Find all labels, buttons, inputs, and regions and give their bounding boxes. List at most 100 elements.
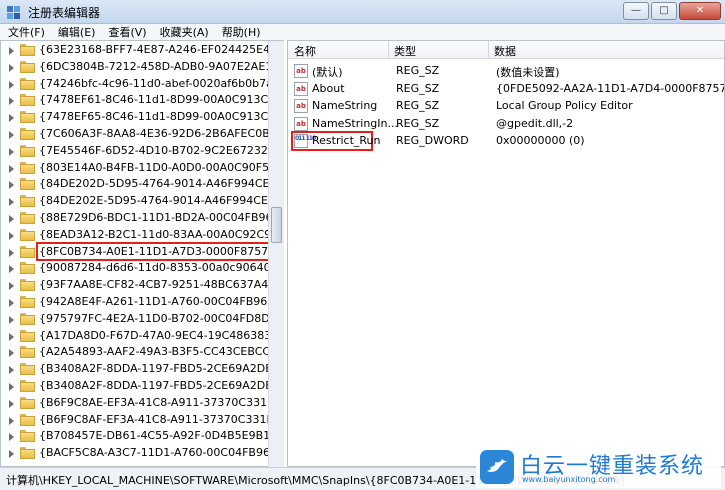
tree-item[interactable]: {942A8E4F-A261-11D1-A760-00C04FB9603F} [1,294,283,311]
tree-item-label: {84DE202D-5D95-4764-9014-A46F994CE856} [39,177,284,191]
expand-arrow-icon[interactable] [9,63,14,72]
expand-arrow-icon[interactable] [9,450,14,459]
column-type[interactable]: 类型 [394,43,416,59]
tree-scrollbar[interactable] [268,41,284,467]
tree-item[interactable]: {B6F9C8AE-EF3A-41C8-A911-37370C331DD4} [1,395,283,412]
tree-item[interactable]: {8EAD3A12-B2C1-11d0-83AA-00A0C92C9D5D} [1,227,283,244]
expand-arrow-icon[interactable] [9,215,14,223]
folder-icon [20,94,35,107]
value-row[interactable]: 011 110 Restrict_Run REG_DWORD 0x00000000 (… [288,131,724,151]
tree-item[interactable]: {7478EF65-8C46-11d1-8D99-00A0C913CAD4} [1,109,283,126]
expand-arrow-icon[interactable] [9,433,14,442]
column-header: 名称 类型 数据 [288,41,724,59]
tree-item[interactable]: {84DE202D-5D95-4764-9014-A46F994CE856} [1,176,283,193]
value-data: {0FDE5092-AA2A-11D1-A7D4-0000F87571E3} [496,81,724,95]
expand-arrow-icon[interactable] [9,315,14,324]
tree-item[interactable]: {90087284-d6d6-11d0-8353-00a0c90640bf} [1,260,283,277]
tree-item-label: {B3408A2F-8DDA-1197-FBD5-2CE69A2DEFC1} [39,379,284,392]
expand-arrow-icon[interactable] [9,147,14,156]
minimize-button[interactable]: — [623,2,649,20]
tree-item[interactable]: {7C606A3F-8AA8-4E36-92D6-2B6AFEC0B732} [1,126,283,143]
maximize-button[interactable]: □ [651,2,677,20]
values-panel[interactable]: 名称 类型 数据 ab (默认) REG_SZ (数值未设置) ab About REG_S… [287,40,725,467]
registry-tree[interactable]: {63E23168-BFF7-4E87-A246-EF024425E4EC} {6… [0,40,284,467]
menu-favorites[interactable]: 收藏夹(A) [160,24,209,40]
folder-icon [20,430,35,443]
expand-arrow-icon[interactable] [9,282,14,291]
expand-arrow-icon[interactable] [9,231,14,240]
watermark-url: www.baiyunxitong.com [522,475,616,484]
value-row[interactable]: ab (默认) REG_SZ (数值未设置) [288,63,724,80]
folder-icon [20,312,35,325]
tree-item[interactable]: {B708457E-DB61-4C55-A92F-0D4B5E9B1224} [1,428,283,445]
tree-item-label: {A2A54893-AAF2-49A3-B3F5-CC43CEBCC27C} [39,345,284,359]
tree-item[interactable]: {975797FC-4E2A-11D0-B702-00C04FD8DBF7} [1,311,283,328]
menu-edit[interactable]: 编辑(E) [58,24,96,40]
expand-arrow-icon[interactable] [9,248,14,257]
expand-arrow-icon[interactable] [9,164,14,173]
tree-item-label: {A17DA8D0-F67D-47A0-9EC4-19C486383206} [39,328,284,342]
value-row[interactable]: ab About REG_SZ {0FDE5092-AA2A-11D1-A7D4-00… [288,81,724,98]
value-name: (默认) [312,66,343,79]
expand-arrow-icon[interactable] [9,299,14,307]
tree-item-label: {6DC3804B-7212-458D-ADB0-9A07E2AE1FA2} [39,59,284,73]
expand-arrow-icon[interactable] [9,198,14,207]
tree-item[interactable]: {B6F9C8AF-EF3A-41C8-A911-37370C331DD4} [1,412,283,429]
tree-item-label: {7E45546F-6D52-4D10-B702-9C2E67232E62} [39,143,284,157]
binary-value-icon: 011 110 [294,134,316,148]
tree-item[interactable]: {7478EF61-8C46-11d1-8D99-00A0C913CAD4} [1,92,283,109]
string-value-icon: ab [294,99,308,113]
expand-arrow-icon[interactable] [9,97,14,106]
folder-icon [20,279,35,292]
folder-icon [20,144,35,157]
expand-arrow-icon[interactable] [9,383,14,391]
expand-arrow-icon[interactable] [9,366,14,375]
tree-item[interactable]: {8FC0B734-A0E1-11D1-A7D3-0000F87571E3} [1,241,283,261]
value-type: REG_DWORD [396,134,469,147]
column-data[interactable]: 数据 [494,43,516,59]
tree-item[interactable]: {B3408A2F-8DDA-1197-FBD5-2CE69A2DEFC1} [1,378,283,395]
expand-arrow-icon[interactable] [9,349,14,358]
expand-arrow-icon[interactable] [9,265,14,274]
tree-item-label: {BACF5C8A-A3C7-11D1-A760-00C04FB9603F} [39,446,284,460]
tree-item[interactable]: {88E729D6-BDC1-11D1-BD2A-00C04FB9603F} [1,210,283,227]
expand-arrow-icon[interactable] [9,114,14,123]
expand-arrow-icon[interactable] [9,399,14,408]
tree-item[interactable]: {63E23168-BFF7-4E87-A246-EF024425E4EC} [1,42,283,59]
expand-arrow-icon[interactable] [9,80,14,89]
tree-item-label: {8EAD3A12-B2C1-11d0-83AA-00A0C92C9D5D} [39,227,284,241]
string-value-icon: ab [294,64,308,78]
tree-item[interactable]: {803E14A0-B4FB-11D0-A0D0-00A0C90F574B} [1,160,283,177]
tree-item[interactable]: {A2A54893-AAF2-49A3-B3F5-CC43CEBCC27C} [1,344,283,361]
tree-item-label: {93F7AA8E-CF82-4CB7-9251-48BC637A43B8} [39,278,284,292]
menu-file[interactable]: 文件(F) [8,24,45,40]
folder-icon [20,128,35,140]
value-type: REG_SZ [396,81,440,95]
folder-icon [20,380,35,392]
tree-scroll-thumb[interactable] [271,207,282,243]
tree-item[interactable]: {84DE202E-5D95-4764-9014-A46F994CE856} [1,193,283,210]
folder-icon [20,296,35,308]
close-button[interactable]: ✕ [679,2,721,20]
expand-arrow-icon[interactable] [9,416,14,425]
tree-item-label: {7C606A3F-8AA8-4E36-92D6-2B6AFEC0B732} [39,127,284,140]
tree-item[interactable]: {A17DA8D0-F67D-47A0-9EC4-19C486383206} [1,328,283,345]
expand-arrow-icon[interactable] [9,131,14,139]
expand-arrow-icon[interactable] [9,181,14,190]
tree-item[interactable]: {BACF5C8A-A3C7-11D1-A760-00C04FB9603F} [1,445,283,462]
menu-help[interactable]: 帮助(H) [222,24,261,40]
folder-icon [20,60,35,73]
column-name[interactable]: 名称 [294,43,316,59]
value-row[interactable]: ab NameStringIn... REG_SZ @gpedit.dll,-2 [288,116,724,133]
tree-item[interactable]: {B3408A2F-8DDA-1197-FBD5-2CE69A2DEFC0} [1,361,283,378]
tree-item[interactable]: {6DC3804B-7212-458D-ADB0-9A07E2AE1FA2} [1,59,283,76]
tree-item[interactable]: {74246bfc-4c96-11d0-abef-0020af6b0b7a} [1,76,280,93]
tree-item[interactable]: {93F7AA8E-CF82-4CB7-9251-48BC637A43B8} [1,277,283,294]
menu-view[interactable]: 查看(V) [108,24,146,40]
expand-arrow-icon[interactable] [9,47,14,55]
tree-item-label: {942A8E4F-A261-11D1-A760-00C04FB9603F} [39,295,284,308]
value-row[interactable]: ab NameString REG_SZ Local Group Policy Edi… [288,98,724,115]
tree-item-label: {B708457E-DB61-4C55-A92F-0D4B5E9B1224} [39,429,284,443]
tree-item[interactable]: {7E45546F-6D52-4D10-B702-9C2E67232E62} [1,143,283,160]
expand-arrow-icon[interactable] [9,332,14,341]
